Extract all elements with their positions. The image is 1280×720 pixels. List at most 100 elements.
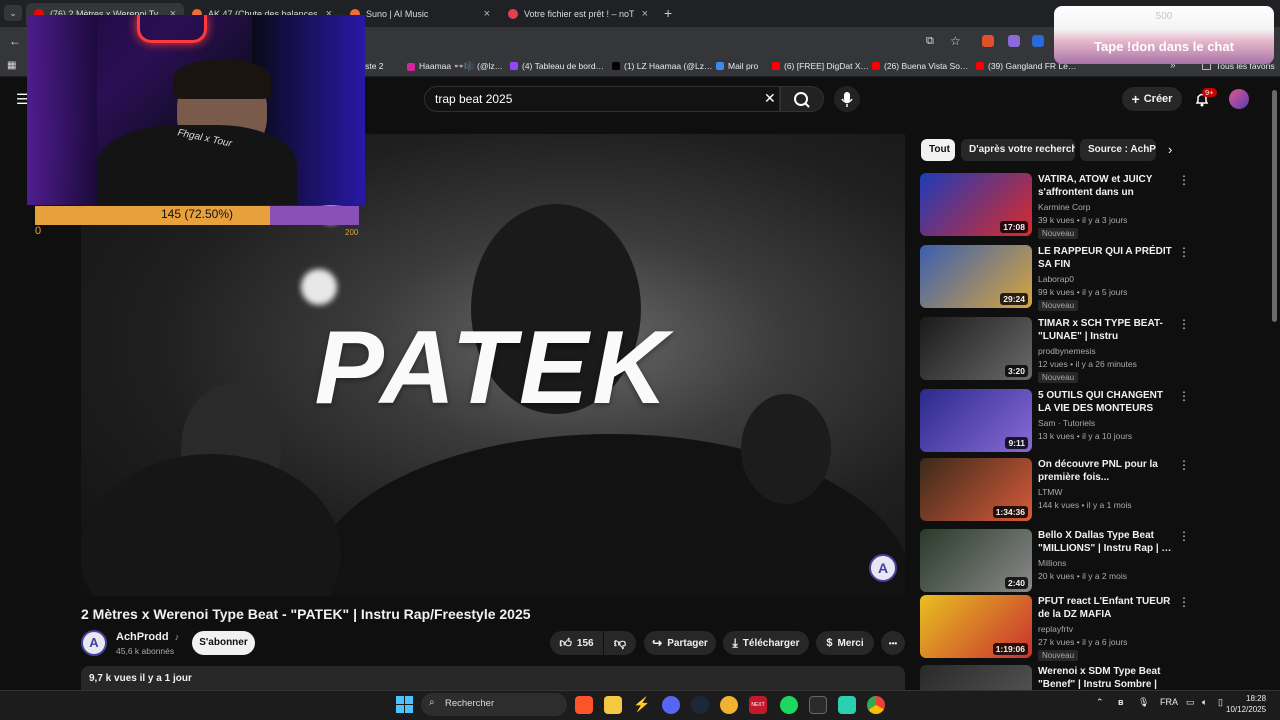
bookmark-star-icon[interactable]: ☆ — [950, 34, 961, 48]
recommendation-title[interactable]: Bello X Dallas Type Beat "MILLIONS" | In… — [1038, 529, 1172, 555]
bookmark-item[interactable]: (4) Tableau de bord… — [510, 61, 604, 71]
install-app-icon[interactable]: ⧉ — [926, 35, 934, 48]
volume-icon[interactable]: 🔈︎ — [1202, 697, 1207, 708]
share-button[interactable]: ↪ Partager — [644, 631, 716, 655]
language-indicator[interactable]: FRA — [1160, 697, 1178, 707]
recommendation-item[interactable]: 1:19:06 PFUT react L'Enfant TUEUR de la D… — [920, 595, 1190, 661]
video-thumbnail[interactable]: 3:20 — [920, 317, 1032, 380]
extension-icon-2[interactable] — [1008, 35, 1020, 47]
browser-tab[interactable]: Suno | AI Music × — [342, 3, 498, 25]
video-thumbnail[interactable]: 29:24 — [920, 245, 1032, 308]
recommendation-channel[interactable]: prodbynemesis — [1038, 346, 1096, 356]
dislike-button[interactable]: 👎︎ — [604, 631, 636, 655]
more-options-icon[interactable]: ⋮ — [1178, 173, 1190, 187]
recommendation-title[interactable]: On découvre PNL pour la première fois... — [1038, 458, 1172, 484]
new-tab-button[interactable]: + — [664, 5, 672, 21]
recommendation-channel[interactable]: LTMW — [1038, 487, 1062, 497]
bookmark-item[interactable]: (6) [FREE] DigDat X… — [772, 61, 869, 71]
tray-overflow-icon[interactable]: ⌃ — [1096, 697, 1104, 708]
bluetooth-icon[interactable]: ʙ — [1118, 697, 1124, 707]
recommendation-title[interactable]: 5 OUTILS QUI CHANGENT LA VIE DES MONTEUR… — [1038, 389, 1172, 415]
channel-watermark[interactable]: A — [869, 554, 897, 582]
recommendation-title[interactable]: LE RAPPEUR QUI A PRÉDIT SA FIN — [1038, 245, 1172, 271]
recommendation-channel[interactable]: Sam · Tutoriels — [1038, 418, 1095, 428]
thanks-button[interactable]: $ Merci — [816, 631, 874, 655]
search-button[interactable] — [780, 86, 824, 112]
recommendation-channel[interactable]: Karmine Corp — [1038, 202, 1090, 212]
extension-icon[interactable] — [982, 35, 994, 47]
more-options-icon[interactable]: ⋮ — [1178, 317, 1190, 331]
chrome-icon[interactable] — [867, 696, 885, 714]
network-icon[interactable]: ▭ — [1186, 697, 1195, 708]
spotify-icon[interactable] — [780, 696, 798, 714]
bookmark-item[interactable]: Mail pro — [716, 61, 758, 71]
video-thumbnail[interactable]: 9:11 — [920, 389, 1032, 452]
channel-avatar[interactable]: A — [81, 630, 107, 656]
account-avatar[interactable] — [1229, 89, 1249, 109]
notifications-button[interactable]: 9+ — [1194, 88, 1217, 112]
clock-time[interactable]: 18:28 — [1246, 694, 1266, 703]
bookmark-item[interactable]: (1) LZ Haamaa (@Lz… — [612, 61, 712, 71]
channel-name[interactable]: AchProdd ♪ — [116, 631, 179, 643]
teal-app-icon[interactable] — [838, 696, 856, 714]
start-button[interactable] — [396, 696, 413, 713]
voice-search-button[interactable] — [834, 86, 860, 112]
recommendation-item[interactable]: 3:20 TIMAR x SCH TYPE BEAT- "LUNAE" | Ins… — [920, 317, 1190, 383]
clear-search-icon[interactable]: ✕ — [764, 90, 776, 107]
more-options-icon[interactable]: ⋮ — [1178, 665, 1180, 679]
recommendation-title[interactable]: TIMAR x SCH TYPE BEAT- "LUNAE" | Instru … — [1038, 317, 1172, 343]
extension-icon-3[interactable] — [1032, 35, 1044, 47]
search-input[interactable]: trap beat 2025 — [424, 86, 780, 112]
more-actions-button[interactable]: ••• — [881, 631, 905, 655]
download-button[interactable]: ⤓ Télécharger — [723, 631, 809, 655]
recommendation-item[interactable]: 29:24 LE RAPPEUR QUI A PRÉDIT SA FIN Labor… — [920, 245, 1190, 311]
more-options-icon[interactable]: ⋮ — [1178, 529, 1190, 543]
discord-icon[interactable] — [662, 696, 680, 714]
emoji-app-icon[interactable] — [720, 696, 738, 714]
recommendation-title[interactable]: PFUT react L'Enfant TUEUR de la DZ MAFIA — [1038, 595, 1172, 621]
recommendation-item[interactable]: 9:11 5 OUTILS QUI CHANGENT LA VIE DES MON… — [920, 389, 1190, 453]
chips-next-icon[interactable]: › — [1168, 142, 1172, 157]
more-options-icon[interactable]: ⋮ — [1178, 595, 1190, 609]
video-thumbnail[interactable]: 17:08 — [920, 173, 1032, 236]
video-thumbnail[interactable]: 1:19:06 — [920, 595, 1032, 658]
recommendation-channel[interactable]: replayfrtv — [1038, 624, 1073, 634]
close-tab-icon[interactable]: × — [476, 8, 490, 20]
back-arrow-icon[interactable]: ← — [9, 34, 21, 48]
taskbar-search[interactable]: ⌕ Rechercher — [421, 693, 567, 716]
recommendation-channel[interactable]: Laborap0 — [1038, 274, 1074, 284]
video-thumbnail[interactable] — [920, 665, 1032, 690]
lightning-app-icon[interactable]: ⚡ — [633, 696, 651, 714]
recommendation-channel[interactable]: Millions — [1038, 558, 1066, 568]
more-options-icon[interactable]: ⋮ — [1178, 458, 1190, 472]
recommendation-item[interactable]: 1:34:36 On découvre PNL pour la première … — [920, 458, 1190, 522]
more-options-icon[interactable]: ⋮ — [1178, 389, 1190, 403]
tab-search-chevron-icon[interactable]: ⌄ — [4, 5, 22, 21]
file-explorer-icon[interactable] — [604, 696, 622, 714]
recommendation-title[interactable]: VATIRA, ATOW et JUICY s'affrontent dans … — [1038, 173, 1172, 199]
apps-grid-icon[interactable]: ▦ — [7, 60, 16, 71]
filter-chip[interactable]: D'après votre recherche — [961, 139, 1075, 161]
subscribe-button[interactable]: S'abonner — [192, 631, 255, 655]
filter-chip[interactable]: Tout — [921, 139, 955, 161]
bookmark-item[interactable]: Haamaa 👓🎼 (@lz… — [407, 61, 503, 72]
like-button[interactable]: 👍︎ 156 — [550, 631, 603, 655]
clock-date[interactable]: 10/12/2025 — [1226, 705, 1266, 714]
close-tab-icon[interactable]: × — [634, 8, 648, 20]
recommendation-title[interactable]: Werenoi x SDM Type Beat "Benef" | Instru… — [1038, 665, 1172, 690]
recommendation-item[interactable]: 2:40 Bello X Dallas Type Beat "MILLIONS" … — [920, 529, 1190, 593]
more-options-icon[interactable]: ⋮ — [1178, 245, 1190, 259]
description-box[interactable]: 9,7 k vues il y a 1 jour — [81, 666, 905, 690]
create-button[interactable]: + Créer — [1122, 87, 1182, 111]
video-thumbnail[interactable]: 1:34:36 — [920, 458, 1032, 521]
next-app-icon[interactable]: NEXT — [749, 696, 767, 714]
battery-icon[interactable]: ▯ — [1218, 697, 1223, 708]
mic-tray-icon[interactable]: 🎙︎ — [1138, 697, 1149, 708]
video-thumbnail[interactable]: 2:40 — [920, 529, 1032, 592]
steam-icon[interactable] — [691, 696, 709, 714]
recommendation-item[interactable]: Werenoi x SDM Type Beat "Benef" | Instru… — [920, 665, 1180, 690]
brave-browser-icon[interactable] — [575, 696, 593, 714]
xbox-app-icon[interactable] — [809, 696, 827, 714]
bookmark-item[interactable]: (26) Buena Vista So… — [872, 61, 968, 71]
recommendation-item[interactable]: 17:08 VATIRA, ATOW et JUICY s'affrontent … — [920, 173, 1190, 239]
